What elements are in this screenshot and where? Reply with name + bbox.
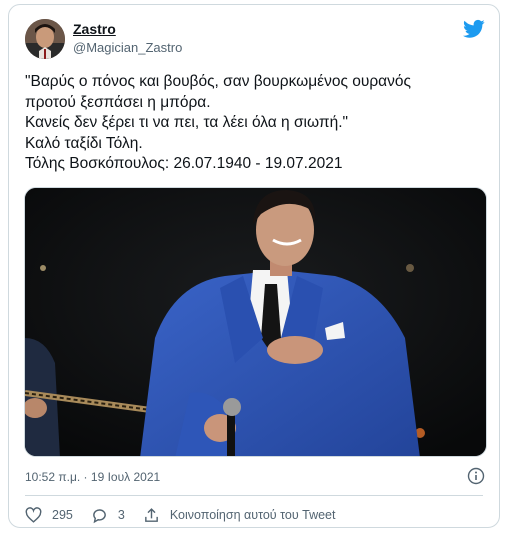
tweet-text-line: Τόλης Βοσκόπουλος: 26.07.1940 - 19.07.20… bbox=[25, 155, 343, 172]
author-avatar[interactable] bbox=[25, 19, 65, 59]
reply-icon bbox=[92, 508, 106, 523]
twitter-bird-icon[interactable] bbox=[463, 19, 485, 39]
heart-icon bbox=[25, 506, 42, 523]
author-name[interactable]: Zastro bbox=[73, 21, 116, 37]
tweet-text-line: προτού ξεσπάσει η μπόρα. bbox=[25, 93, 211, 111]
tweet-text-line: Καλό ταξίδι Τόλη. bbox=[25, 134, 143, 152]
tweet-text-line: Κανείς δεν ξέρει τι να πει, τα λέει όλα … bbox=[25, 114, 349, 131]
tweet-text: "Βαρύς ο πόνος και βουβός, σαν βουρκωμέν… bbox=[25, 72, 487, 175]
like-button[interactable]: 295 bbox=[25, 506, 73, 524]
reply-button[interactable]: 3 bbox=[91, 507, 125, 524]
like-count: 295 bbox=[52, 508, 73, 522]
reply-count: 3 bbox=[117, 508, 125, 522]
tweet-card[interactable]: Zastro @Magician_Zastro "Βαρύς ο πόνος κ… bbox=[8, 4, 500, 528]
share-label: Κοινοποίηση αυτού του Tweet bbox=[169, 508, 336, 522]
author-handle[interactable]: @Magician_Zastro bbox=[73, 40, 182, 55]
tweet-text-line: "Βαρύς ο πόνος και βουβός, σαν βουρκωμέν… bbox=[25, 73, 411, 90]
divider bbox=[25, 495, 483, 496]
share-button[interactable]: Κοινοποίηση αυτού του Tweet bbox=[143, 507, 336, 524]
tweet-actions: 295 3 Κοινοποίηση αυτού του Tweet bbox=[25, 505, 353, 525]
info-icon[interactable] bbox=[467, 467, 485, 485]
tweet-photo[interactable] bbox=[24, 187, 487, 457]
tweet-timestamp[interactable]: 10:52 π.μ. · 19 Ιουλ 2021 bbox=[25, 470, 160, 484]
share-icon bbox=[144, 507, 158, 522]
